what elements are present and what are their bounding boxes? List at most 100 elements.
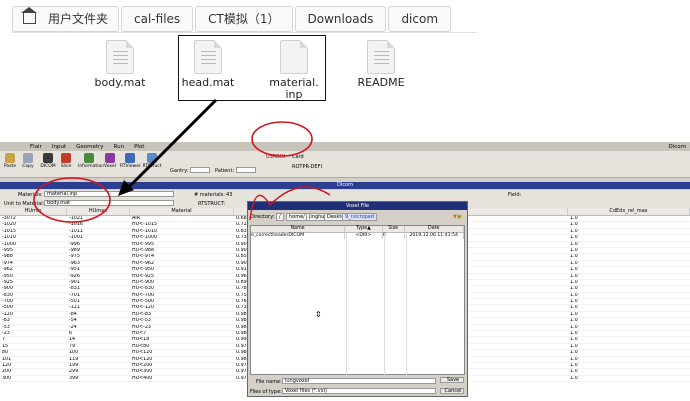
cancel-button[interactable]: Cancel: [440, 388, 464, 394]
materials-input[interactable]: material.inp: [44, 191, 174, 197]
path-segment-current[interactable]: 9_nocroped: [342, 213, 378, 221]
col-date[interactable]: Date: [405, 226, 464, 232]
table-cell: -1020: [2, 222, 16, 228]
table-cell: -831: [69, 286, 80, 292]
col-dedx-max[interactable]: CdEdx_rel_max: [568, 208, 690, 215]
rtstruct-label: RTStruct: [142, 164, 162, 169]
table-cell: 1.0: [570, 216, 578, 221]
file-item[interactable]: README: [341, 40, 421, 89]
breadcrumb-item[interactable]: Downloads: [294, 5, 387, 32]
save-button[interactable]: Save: [440, 377, 464, 383]
table-cell: HU<-23: [132, 324, 151, 330]
menu-geometry[interactable]: Geometry: [76, 144, 103, 150]
table-cell: HU<-1015: [132, 222, 158, 228]
table-cell: -1016: [69, 222, 83, 228]
table-cell: -830: [2, 292, 13, 298]
breadcrumb-home-label: 用户文件夹: [48, 12, 109, 26]
breadcrumb-home[interactable]: 用户文件夹: [12, 5, 120, 32]
nmaterials-label: # materials:: [194, 192, 225, 198]
dicom-button[interactable]: DICOM: [40, 153, 56, 169]
col-size[interactable]: Size: [383, 226, 405, 232]
file-name: body.mat: [94, 76, 146, 89]
table-cell: -54: [69, 318, 77, 324]
table-cell: 1.0: [570, 331, 578, 337]
copy-button[interactable]: Copy: [20, 153, 36, 169]
file-list[interactable]: Name Type▲ Size Date e_correctheaderDICO…: [250, 225, 465, 375]
filename-label: File name:: [256, 379, 282, 385]
information-icon: [84, 153, 94, 163]
usrbin-button[interactable]: USRBIN: [266, 154, 285, 160]
table-cell: HU<7: [132, 331, 147, 337]
rtviewer-icon: [125, 153, 135, 163]
table-cell: 1.0: [570, 273, 578, 279]
information-button[interactable]: Information: [78, 153, 104, 169]
table-cell: 1.0: [570, 247, 578, 253]
voxel-icon: [105, 153, 115, 163]
document-icon: [367, 40, 395, 74]
table-cell: HU<-83: [132, 311, 151, 317]
rtstruct-button[interactable]: RTStruct: [142, 153, 162, 169]
file-name: README: [357, 76, 405, 89]
table-cell: -83: [2, 318, 10, 324]
col-name[interactable]: Name: [251, 226, 346, 232]
table-cell: 1.0: [570, 286, 578, 292]
table-cell: -996: [69, 241, 80, 247]
rtstruct-field-label: RTSTRUCT:: [198, 201, 226, 207]
breadcrumb-item[interactable]: cal-files: [121, 5, 194, 32]
col-material[interactable]: Material: [130, 208, 234, 215]
table-cell: AIR: [132, 216, 141, 221]
voxel-button[interactable]: Voxel: [102, 153, 118, 169]
table-cell: 1.0: [570, 267, 578, 273]
menu-run[interactable]: Run: [114, 144, 125, 150]
rotprdefi-button[interactable]: ROTPR-DEFI: [292, 164, 322, 170]
file-item[interactable]: body.mat: [80, 40, 160, 89]
col-humin[interactable]: HUmin: [0, 208, 67, 215]
table-cell: HU<-962: [132, 260, 155, 266]
filename-input[interactable]: lungvoxel: [282, 378, 436, 384]
filetype-select[interactable]: Voxel files (*.vxl): [282, 388, 436, 394]
table-cell: HU<-700: [132, 292, 155, 298]
document-icon: [106, 40, 134, 74]
paste-icon: [5, 153, 15, 163]
table-cell: 1.0: [570, 337, 578, 343]
table-cell: 80: [2, 350, 9, 356]
table-cell: HU<-900: [132, 279, 155, 285]
table-cell: 399: [69, 375, 79, 381]
menu-input[interactable]: Input: [52, 144, 66, 150]
table-cell: -926: [69, 273, 80, 279]
table-cell: -24: [69, 324, 77, 330]
table-cell: HU<-500: [132, 299, 155, 305]
col-humax[interactable]: HUmax: [67, 208, 130, 215]
col-type[interactable]: Type▲: [345, 226, 383, 232]
dicom-label: DICOM: [40, 164, 56, 169]
table-cell: -700: [2, 299, 13, 305]
nmaterials-value: 43: [226, 192, 233, 198]
gantry-input[interactable]: [190, 167, 210, 173]
list-item[interactable]: e_correctheaderDICOM <DIR> 0 2019.12.06 …: [251, 233, 464, 239]
path-segment[interactable]: /: [276, 213, 284, 221]
breadcrumb-item[interactable]: CT模拟（1）: [195, 5, 293, 32]
rtviewer-button[interactable]: RTViewer: [120, 153, 141, 169]
menu-dicom[interactable]: Dicom: [668, 144, 686, 150]
new-folder-icon[interactable]: ▼▣: [453, 214, 462, 220]
paste-button[interactable]: Paste: [2, 153, 18, 169]
unit-input[interactable]: body.mat: [44, 200, 174, 206]
table-cell: 299: [69, 369, 79, 375]
table-cell: -950: [2, 273, 13, 279]
filetype-label: Files of type:: [250, 389, 282, 395]
rtviewer-label: RTViewer: [120, 164, 141, 169]
slice-button[interactable]: Slice: [58, 153, 74, 169]
table-cell: -925: [2, 279, 13, 285]
card-button[interactable]: Card: [292, 154, 304, 160]
table-cell: HU<200: [132, 362, 153, 368]
table-cell: 1.0: [570, 254, 578, 260]
table-cell: -974: [2, 260, 13, 266]
table-cell: HU<-120: [132, 305, 155, 311]
menu-plot[interactable]: Plot: [134, 144, 144, 150]
table-cell: -53: [2, 324, 10, 330]
breadcrumb-item[interactable]: dicom: [388, 5, 452, 32]
table-cell: 1.0: [570, 343, 578, 349]
path-segment[interactable]: home/: [286, 213, 308, 221]
patient-input[interactable]: [236, 167, 256, 173]
menu-flair[interactable]: Flair: [30, 144, 42, 150]
